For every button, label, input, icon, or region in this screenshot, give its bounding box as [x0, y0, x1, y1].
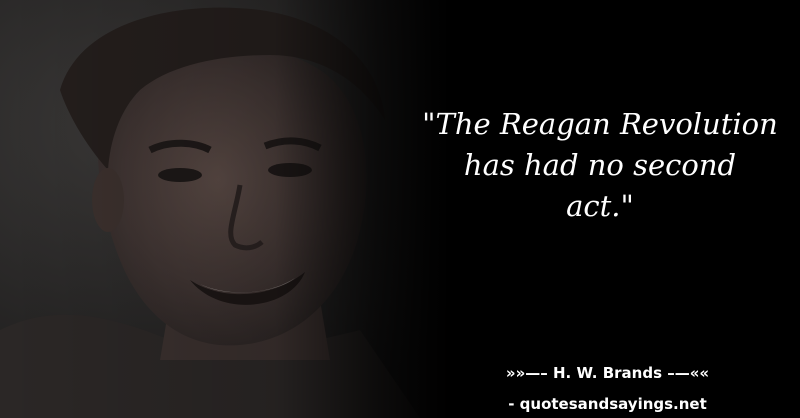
quote-line: "The Reagan Revolution [422, 107, 778, 141]
quote-card: "The Reagan Revolution has had no second… [0, 0, 800, 418]
quote-text: "The Reagan Revolution has had no second… [400, 104, 800, 227]
quote-author: »»—– H. W. Brands –—«« [505, 364, 710, 382]
quote-line: has had no second [463, 148, 737, 182]
quote-line: act." [566, 189, 634, 223]
site-credit: - quotesandsayings.net [508, 395, 707, 413]
